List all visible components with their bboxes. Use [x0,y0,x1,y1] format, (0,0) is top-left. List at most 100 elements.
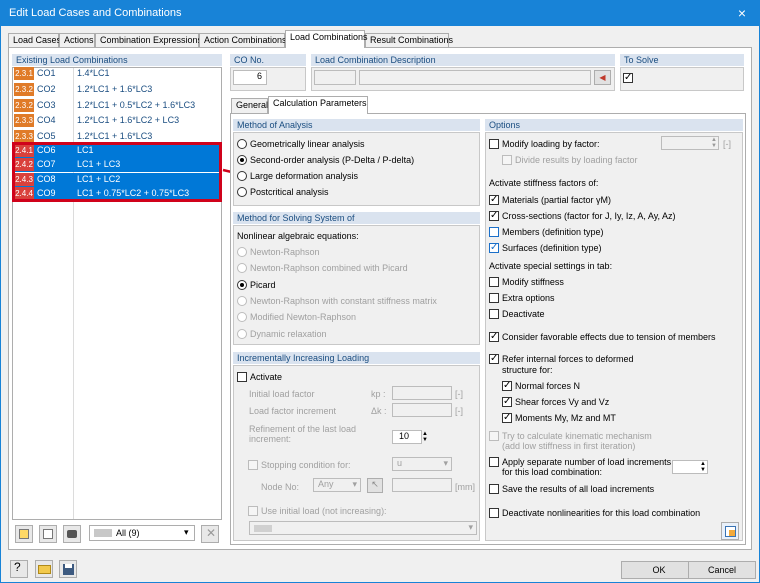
copy-combination-button[interactable] [39,525,57,543]
save-results-checkbox[interactable] [489,484,499,494]
filter-dropdown[interactable]: All (9) ▾ [89,525,195,541]
radio-nr-constant[interactable] [237,296,247,306]
description-library-button[interactable]: ◀ [594,70,611,85]
radio-newton-raphson-picard[interactable] [237,263,247,273]
list-item[interactable]: 2.3.2 CO3 1.2*LC1 + 0.5*LC2 + 1.6*LC3 [13,99,221,113]
radio-postcritical[interactable] [237,187,247,197]
combination-expression: 1.2*LC1 + 1.6*LC3 [77,131,153,141]
description-prefix-field[interactable] [314,70,356,85]
refer-forces-label-1: Refer internal forces to deformed [502,354,634,364]
subtab-general[interactable]: General [231,98,268,113]
load-factor-increment-field[interactable] [392,403,452,417]
tab-result-combinations[interactable]: Result Combinations [365,33,453,48]
apply-separate-spin[interactable]: ▲ ▼ [698,461,708,473]
kinematic-label-2: (add low stiffness in first iteration) [502,441,636,451]
dialog-window: Edit Load Cases and Combinations × Load … [0,0,760,583]
save-icon[interactable] [59,560,77,578]
to-solve-label: To Solve [620,54,744,66]
refinement-label-2: increment: [249,434,292,444]
to-solve-checkbox[interactable] [623,72,633,83]
node-value-field[interactable] [392,478,452,492]
new-combination-button[interactable] [15,525,33,543]
members-label: Members (definition type) [502,227,604,237]
tab-load-combinations[interactable]: Load Combinations [285,30,368,48]
modify-stiffness-checkbox[interactable] [489,277,499,287]
label-dynamic-relaxation: Dynamic relaxation [250,329,327,339]
shear-forces-checkbox[interactable] [502,396,512,407]
method-solving-title: Method for Solving System of [233,212,480,224]
close-icon[interactable]: × [731,3,753,23]
clause-badge: 2.3.1 [14,67,34,80]
use-initial-checkbox[interactable] [248,506,258,516]
stiffness-title: Activate stiffness factors of: [489,178,599,188]
apply-separate-checkbox[interactable] [489,457,499,467]
materials-checkbox[interactable] [489,194,499,205]
surfaces-checkbox[interactable] [489,242,499,253]
co-no-field[interactable]: 6 [233,70,267,85]
normal-forces-checkbox[interactable] [502,380,512,391]
open-folder-icon[interactable] [35,560,53,578]
delete-button[interactable]: ✕ [201,525,219,543]
settings-table-icon[interactable] [721,522,739,540]
list-item[interactable]: 2.3.2 CO2 1.2*LC1 + 1.6*LC3 [13,83,221,97]
deactivate-checkbox[interactable] [489,309,499,319]
list-item[interactable]: 2.3.3 CO4 1.2*LC1 + 1.6*LC2 + LC3 [13,114,221,128]
radio-second-order[interactable] [237,155,247,165]
radio-modified-nr[interactable] [237,312,247,322]
kinematic-checkbox[interactable] [489,431,499,441]
nonlinear-subtitle: Nonlinear algebraic equations: [237,231,359,241]
label-geometrically-linear: Geometrically linear analysis [250,139,365,149]
node-no-label: Node No: [261,482,300,492]
combination-expression: 1.2*LC1 + 0.5*LC2 + 1.6*LC3 [77,100,196,110]
tab-load-cases[interactable]: Load Cases [8,33,61,48]
use-initial-dropdown[interactable]: ▾ [249,521,477,535]
load-factor-increment-label: Load factor increment [249,406,337,416]
combination-id: CO1 [37,68,56,78]
radio-newton-raphson[interactable] [237,247,247,257]
cross-sections-label: Cross-sections (factor for J, Iy, Iz, A,… [502,211,676,221]
label-nr-constant: Newton-Raphson with constant stiffness m… [250,296,437,306]
moments-label: Moments My, Mz and MT [515,413,616,423]
divide-results-checkbox[interactable] [502,155,512,165]
members-checkbox[interactable] [489,227,499,237]
label-large-deformation: Large deformation analysis [250,171,359,181]
pick-node-icon[interactable]: ↖ [367,478,383,493]
cross-sections-checkbox[interactable] [489,210,499,221]
modify-loading-checkbox[interactable] [489,139,499,149]
tab-actions[interactable]: Actions [59,33,95,48]
subtab-calculation-parameters[interactable]: Calculation Parameters [268,96,368,114]
refinement-field[interactable]: 10 [392,430,422,444]
favorable-checkbox[interactable] [489,331,499,342]
refer-forces-checkbox[interactable] [489,353,499,364]
cancel-button[interactable]: Cancel [688,561,756,579]
stopping-label: Stopping condition for: [261,460,351,470]
radio-large-deformation[interactable] [237,171,247,181]
tab-action-combinations[interactable]: Action Combinations [199,33,287,48]
deactivate-nonlinear-checkbox[interactable] [489,508,499,518]
help-icon[interactable]: ? [10,560,28,578]
combination-id: CO4 [37,115,56,125]
description-field[interactable] [359,70,591,85]
tab-combination-expressions[interactable]: Combination Expressions [95,33,202,48]
stopping-dropdown[interactable]: u ▾ [392,457,452,471]
list-item[interactable]: 2.3.1 CO1 1.4*LC1 [13,67,221,81]
refinement-spin[interactable]: ▲ ▼ [420,431,430,443]
ok-button[interactable]: OK [621,561,697,579]
modify-loading-spin[interactable]: ▲ ▼ [709,137,719,149]
phone-combination-button[interactable] [63,525,81,543]
save-results-label: Save the results of all load increments [502,484,655,494]
activate-checkbox[interactable] [237,372,247,382]
radio-dynamic-relaxation[interactable] [237,329,247,339]
window-title: Edit Load Cases and Combinations [9,7,182,19]
initial-load-factor-field[interactable] [392,386,452,400]
node-dropdown[interactable]: Any ▾ [313,478,361,492]
extra-options-label: Extra options [502,293,555,303]
apply-separate-label-1: Apply separate number of load increments [502,457,672,467]
radio-picard[interactable] [237,280,247,290]
deactivate-nonlinear-label: Deactivate nonlinearities for this load … [502,508,701,518]
shear-forces-label: Shear forces Vy and Vz [515,397,610,407]
moments-checkbox[interactable] [502,412,512,423]
stopping-checkbox[interactable] [248,460,258,470]
extra-options-checkbox[interactable] [489,293,499,303]
radio-geometrically-linear[interactable] [237,139,247,149]
